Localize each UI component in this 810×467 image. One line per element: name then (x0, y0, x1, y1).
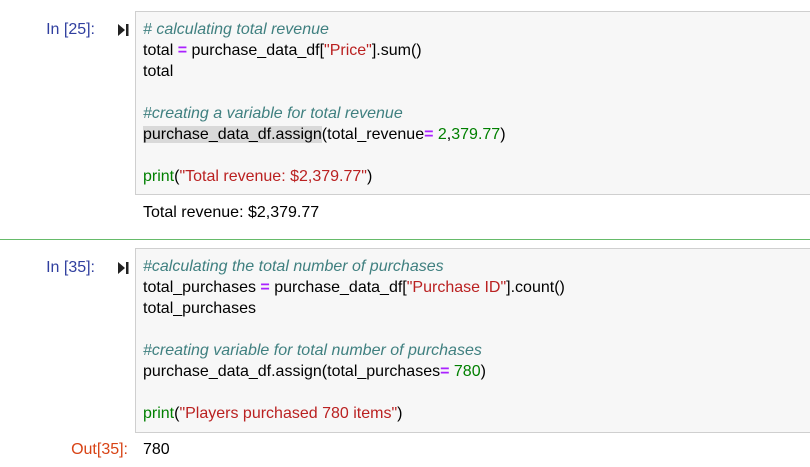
code-token: # calculating total revenue (143, 21, 329, 38)
code-token: purchase_data_df.assign (143, 126, 322, 143)
code-token: ) (366, 168, 373, 185)
code-token: "Purchase ID" (406, 279, 507, 296)
code-token: 379.77 (451, 126, 501, 143)
code-line: #calculating the total number of purchas… (143, 256, 810, 277)
cell-output: 780 (143, 441, 170, 458)
code-token: #creating a variable for total revenue (143, 105, 403, 122)
code-line: total (143, 61, 810, 82)
code-token: total_purchases (143, 300, 256, 317)
code-token: "Total revenue: $2,379.77" (179, 168, 367, 185)
code-line: purchase_data_df.assign(total_revenue= 2… (143, 124, 810, 145)
code-token: print (143, 405, 175, 422)
code-token: purchase_data_df.assign(total_purchases (143, 363, 441, 380)
code-token: (total_revenue (321, 126, 425, 143)
code-token: print (143, 168, 175, 185)
code-token: total (143, 42, 178, 59)
code-line: total_purchases (143, 298, 810, 319)
code-token: total (143, 63, 174, 80)
code-token: = (260, 279, 270, 296)
code-token: 2 (437, 126, 447, 143)
run-cell-icon[interactable] (117, 261, 129, 275)
code-line: print("Players purchased 780 items") (143, 403, 810, 424)
code-token: ) (397, 405, 403, 422)
code-token: "Price" (324, 42, 372, 59)
code-line: #creating variable for total number of p… (143, 340, 810, 361)
run-cell-icon[interactable] (117, 23, 129, 37)
code-cell-1[interactable]: In [25]: # calculating total revenue tota… (0, 0, 810, 239)
input-prompt: In [35]: (46, 259, 95, 276)
code-token: purchase_data_df[ (187, 42, 325, 59)
code-cell-2[interactable]: In [35]: #calculating the total number o… (0, 240, 810, 467)
code-editor[interactable]: # calculating total revenue total = purch… (135, 11, 810, 195)
code-line: total = purchase_data_df["Price"].sum() (143, 40, 810, 61)
code-editor[interactable]: #calculating the total number of purchas… (135, 248, 810, 433)
code-token: ].count() (506, 279, 565, 296)
code-token: ) (500, 126, 506, 143)
code-token: ].sum() (371, 42, 422, 59)
code-line: total_purchases = purchase_data_df["Purc… (143, 277, 810, 298)
code-token: "Players purchased 780 items" (179, 405, 398, 422)
code-token: ) (480, 363, 486, 380)
cell-output: Total revenue: $2,379.77 (143, 204, 320, 221)
output-prompt: Out[35]: (71, 441, 128, 458)
code-line: purchase_data_df.assign(total_purchases=… (143, 361, 810, 382)
code-token: 780 (453, 363, 481, 380)
code-line: #creating a variable for total revenue (143, 103, 810, 124)
code-line: print("Total revenue: $2,379.77") (143, 166, 810, 187)
input-prompt: In [25]: (46, 21, 95, 38)
code-line: # calculating total revenue (143, 19, 810, 40)
code-token: total_purchases (143, 279, 261, 296)
code-token: = (177, 42, 188, 59)
code-token: #calculating the total number of purchas… (143, 258, 444, 275)
code-token: #creating variable for total number of p… (143, 342, 482, 359)
code-token: purchase_data_df[ (269, 279, 407, 296)
